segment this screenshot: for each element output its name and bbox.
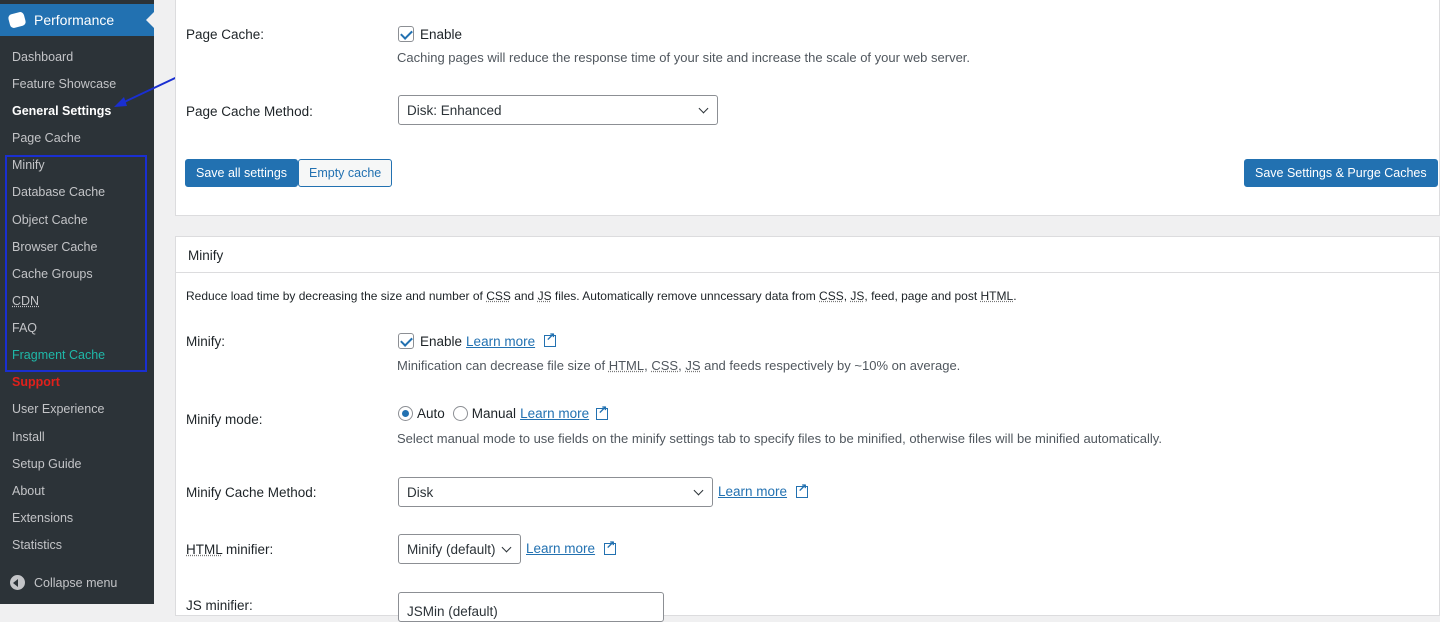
js-minifier-select[interactable]: JSMin (default) bbox=[398, 592, 664, 622]
sidebar-item-feature-showcase[interactable]: Feature Showcase bbox=[12, 77, 116, 91]
minify-section-title: Minify bbox=[188, 248, 224, 263]
external-link-icon bbox=[604, 538, 617, 555]
manual-label: Manual bbox=[471, 406, 517, 421]
page-cache-method-label: Page Cache Method: bbox=[186, 104, 313, 119]
text: , feed, page and post bbox=[864, 289, 981, 303]
abbr: CSS bbox=[651, 358, 679, 373]
manual-radio[interactable] bbox=[452, 406, 468, 421]
minify-label: Minify: bbox=[186, 334, 226, 349]
learn-more-link[interactable]: Learn more bbox=[520, 406, 589, 421]
external-link-icon bbox=[796, 481, 809, 498]
minify-cache-method-select[interactable]: Disk bbox=[398, 477, 713, 507]
highlight-box bbox=[5, 155, 147, 372]
learn-more-link[interactable]: Learn more bbox=[526, 541, 595, 556]
minify-enable-checkbox[interactable] bbox=[398, 333, 414, 349]
abbr: CSS bbox=[486, 289, 511, 303]
html-abbr: HTML bbox=[186, 542, 223, 557]
page-cache-method-select[interactable]: Disk: Enhanced bbox=[398, 95, 718, 125]
external-link-icon bbox=[596, 403, 609, 420]
chevron-down-icon bbox=[501, 542, 512, 553]
learn-more-link[interactable]: Learn more bbox=[718, 484, 787, 499]
sidebar-item-general-settings[interactable]: General Settings bbox=[12, 104, 111, 118]
collapse-icon bbox=[10, 575, 25, 590]
minify-description: Minification can decrease file size of H… bbox=[397, 358, 960, 373]
text: and feeds respectively by ~10% on averag… bbox=[700, 358, 961, 373]
sidebar-item-statistics[interactable]: Statistics bbox=[12, 538, 62, 552]
abbr: JS bbox=[850, 289, 865, 303]
text: Minification can decrease file size of bbox=[397, 358, 609, 373]
page-cache-label: Page Cache: bbox=[186, 27, 265, 42]
minify-cache-method-label: Minify Cache Method: bbox=[186, 485, 317, 500]
sidebar-item-about[interactable]: About bbox=[12, 484, 45, 498]
enable-label: Enable bbox=[420, 26, 463, 42]
divider bbox=[176, 272, 1440, 273]
text: and bbox=[510, 289, 538, 303]
chevron-down-icon bbox=[698, 103, 709, 114]
sidebar-item-setup-guide[interactable]: Setup Guide bbox=[12, 457, 82, 471]
sidebar-item-support[interactable]: Support bbox=[12, 375, 60, 389]
collapse-menu-button[interactable]: Collapse menu bbox=[10, 575, 117, 590]
learn-more-link[interactable]: Learn more bbox=[466, 334, 535, 349]
abbr: CSS bbox=[819, 289, 844, 303]
sidebar-title: Performance bbox=[34, 12, 115, 28]
html-minifier-select[interactable]: Minify (default) bbox=[398, 534, 521, 564]
auto-label: Auto bbox=[417, 406, 445, 421]
save-all-settings-button[interactable]: Save all settings bbox=[185, 159, 299, 187]
text: . bbox=[1013, 289, 1017, 303]
js-minifier-label: JS minifier: bbox=[186, 598, 253, 613]
empty-cache-button[interactable]: Empty cache bbox=[298, 159, 393, 187]
sidebar-item-dashboard[interactable]: Dashboard bbox=[12, 50, 73, 64]
text: Reduce load time by decreasing the size … bbox=[186, 289, 487, 303]
performance-logo-icon bbox=[7, 11, 27, 29]
minify-mode-label: Minify mode: bbox=[186, 412, 263, 427]
text: files. Automatically remove unncessary d… bbox=[551, 289, 820, 303]
sidebar-item-install[interactable]: Install bbox=[12, 430, 45, 444]
minify-mode-description: Select manual mode to use fields on the … bbox=[397, 431, 1162, 446]
auto-radio[interactable] bbox=[398, 406, 413, 421]
chevron-down-icon bbox=[693, 485, 704, 496]
abbr: HTML bbox=[980, 289, 1014, 303]
select-value: Minify (default) bbox=[407, 541, 496, 557]
page-cache-description: Caching pages will reduce the response t… bbox=[397, 50, 971, 65]
html-minifier-label: minifier: bbox=[222, 542, 274, 557]
sidebar-item-page-cache[interactable]: Page Cache bbox=[12, 131, 81, 145]
page-cache-enable-checkbox[interactable] bbox=[398, 26, 414, 42]
sidebar-performance-header[interactable]: Performance bbox=[0, 4, 154, 36]
external-link-icon bbox=[544, 330, 557, 347]
minify-intro: Reduce load time by decreasing the size … bbox=[186, 289, 1017, 303]
abbr: JS bbox=[537, 289, 552, 303]
abbr: HTML bbox=[608, 358, 645, 373]
abbr: JS bbox=[685, 358, 701, 373]
enable-label: Enable bbox=[420, 333, 463, 349]
select-value: Disk: Enhanced bbox=[407, 102, 502, 118]
collapse-label: Collapse menu bbox=[34, 575, 118, 590]
select-value: Disk bbox=[407, 484, 434, 500]
current-menu-notch bbox=[146, 12, 154, 28]
select-value: JSMin (default) bbox=[407, 603, 498, 619]
save-settings-purge-caches-button[interactable]: Save Settings & Purge Caches bbox=[1244, 159, 1438, 187]
sidebar-item-extensions[interactable]: Extensions bbox=[12, 511, 73, 525]
sidebar-item-user-experience[interactable]: User Experience bbox=[12, 402, 104, 416]
